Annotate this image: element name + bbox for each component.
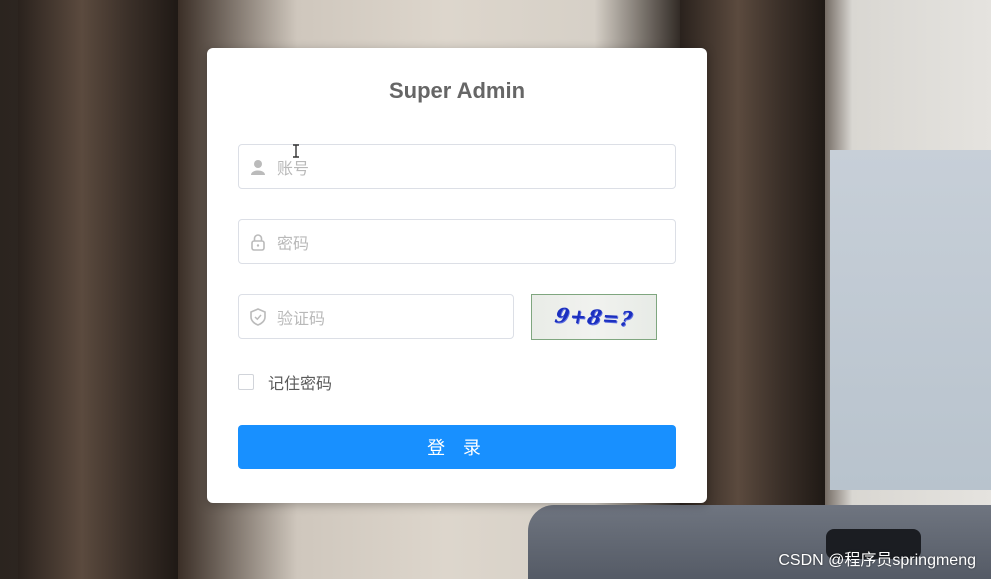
login-card: Super Admin 账号 密码 验证码 9+8=? 记住密码 登 录 bbox=[207, 48, 707, 503]
wooden-beam-left bbox=[18, 0, 178, 579]
captcha-image[interactable]: 9+8=? bbox=[531, 294, 657, 340]
shield-icon bbox=[239, 307, 277, 326]
lock-icon bbox=[239, 233, 277, 251]
captcha-placeholder: 验证码 bbox=[277, 308, 326, 328]
watermark: CSDN @程序员springmeng bbox=[778, 552, 976, 569]
user-icon bbox=[239, 158, 277, 176]
window-curtain bbox=[830, 150, 991, 490]
text-cursor-icon bbox=[291, 143, 301, 158]
login-button[interactable]: 登 录 bbox=[238, 425, 676, 469]
captcha-field[interactable]: 验证码 bbox=[238, 294, 514, 339]
username-placeholder: 账号 bbox=[277, 158, 310, 178]
password-field[interactable]: 密码 bbox=[238, 219, 676, 264]
page-title: Super Admin bbox=[388, 78, 526, 103]
remember-checkbox[interactable] bbox=[238, 374, 254, 390]
remember-label: 记住密码 bbox=[268, 374, 333, 393]
remember-password[interactable]: 记住密码 bbox=[238, 370, 332, 394]
password-placeholder: 密码 bbox=[277, 233, 310, 253]
captcha-text: 9+8=? bbox=[552, 302, 636, 332]
username-field[interactable]: 账号 bbox=[238, 144, 676, 189]
